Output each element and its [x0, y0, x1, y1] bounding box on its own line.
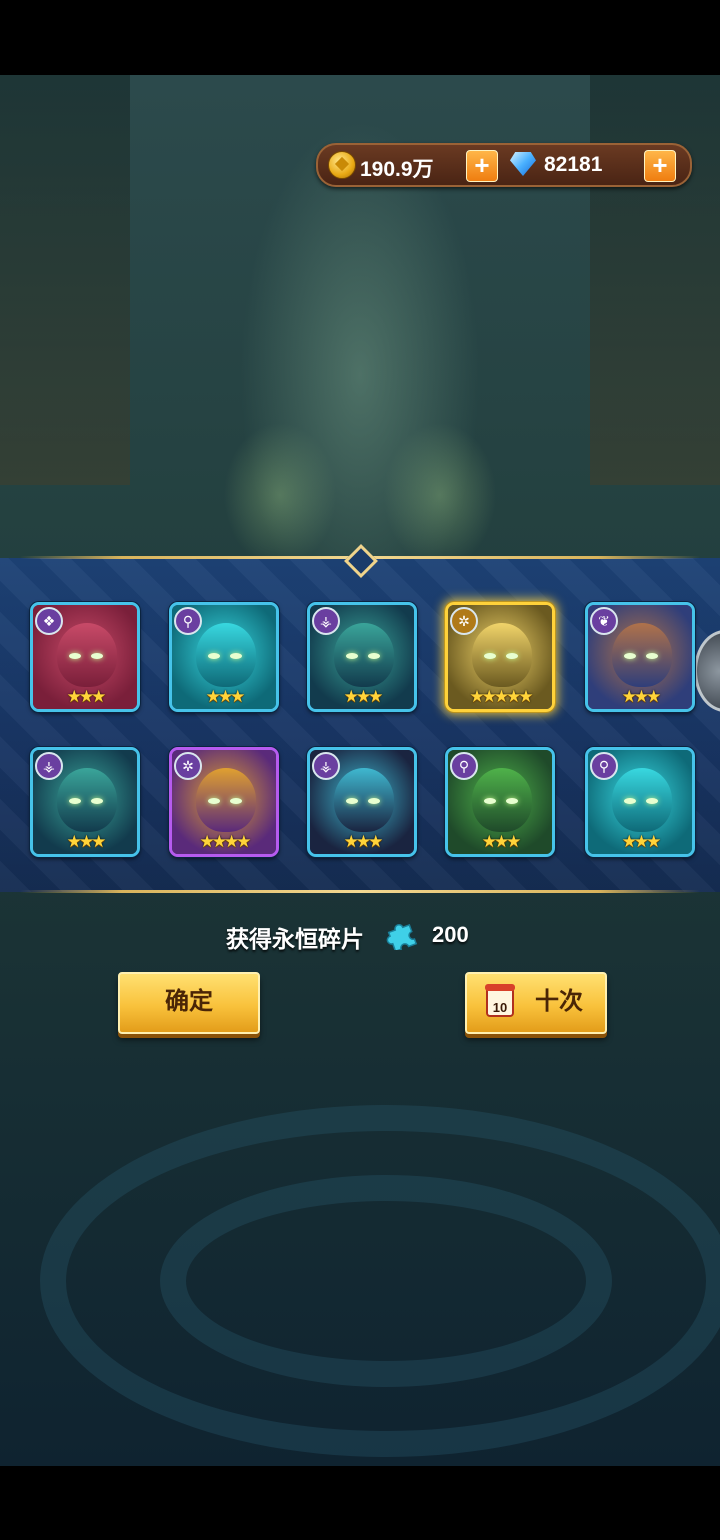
hero-card[interactable]: ⚲ ★★★	[445, 747, 555, 857]
faction-icon: ✲	[450, 607, 478, 635]
hero-eye	[91, 653, 103, 659]
hero-card[interactable]: ⚶ ★★★	[307, 747, 417, 857]
add-gems-button[interactable]: +	[644, 150, 676, 182]
hero-eye	[646, 798, 658, 804]
confirm-button-label: 确定	[165, 988, 213, 1015]
hero-eye	[646, 653, 658, 659]
faction-icon: ⚶	[312, 752, 340, 780]
hero-face	[196, 623, 256, 687]
hero-eye	[208, 653, 220, 659]
hero-eye	[624, 798, 636, 804]
hero-face	[334, 768, 394, 832]
hero-eye	[208, 798, 220, 804]
hero-face	[472, 768, 532, 832]
star-rating: ★★★	[621, 832, 662, 851]
hero-eye	[506, 798, 518, 804]
star-rating: ★★★	[205, 687, 246, 706]
navigation-bar-area	[0, 1466, 720, 1540]
hero-card[interactable]: ❦ ★★★	[585, 602, 695, 712]
hero-eye	[91, 798, 103, 804]
hero-eye	[484, 798, 496, 804]
hero-eye	[624, 653, 636, 659]
hero-card[interactable]: ⚲ ★★★	[585, 747, 695, 857]
plus-icon: +	[652, 150, 668, 180]
faction-icon: ⚲	[590, 752, 618, 780]
hero-face	[57, 623, 117, 687]
hero-card[interactable]: ❖ ★★★	[30, 602, 140, 712]
reward-amount: 200	[432, 922, 469, 947]
puzzle-shard-icon	[386, 923, 418, 950]
hero-face	[196, 768, 256, 832]
panel-border-bottom	[20, 890, 700, 893]
hero-eye	[368, 798, 380, 804]
faction-icon: ✲	[174, 752, 202, 780]
gold-amount: 190.9万	[360, 158, 434, 181]
hero-face	[57, 768, 117, 832]
faction-icon: ⚲	[174, 607, 202, 635]
hero-eye	[346, 798, 358, 804]
add-gold-button[interactable]: +	[466, 150, 498, 182]
hero-card[interactable]: ✲ ★★★★	[169, 747, 279, 857]
hero-eye	[368, 653, 380, 659]
hero-face	[612, 623, 672, 687]
pillar-right	[590, 75, 720, 485]
hero-eye	[69, 798, 81, 804]
gold-coin-icon	[328, 151, 356, 179]
star-rating: ★★★★★	[469, 687, 533, 706]
faction-icon: ❖	[35, 607, 63, 635]
star-rating: ★★★	[66, 687, 107, 706]
faction-icon: ⚶	[312, 607, 340, 635]
hero-eye	[230, 653, 242, 659]
star-rating: ★★★	[481, 832, 522, 851]
hero-eye	[484, 653, 496, 659]
floor-pattern-inner	[160, 1175, 612, 1387]
hero-card[interactable]: ⚶ ★★★	[307, 602, 417, 712]
star-rating: ★★★	[343, 687, 384, 706]
faction-icon: ❦	[590, 607, 618, 635]
hero-face	[612, 768, 672, 832]
hero-card[interactable]: ⚲ ★★★	[169, 602, 279, 712]
reward-label: 获得永恒碎片	[226, 926, 364, 952]
hero-card[interactable]: ⚶ ★★★	[30, 747, 140, 857]
faction-icon: ⚶	[35, 752, 63, 780]
star-rating: ★★★	[621, 687, 662, 706]
plus-icon: +	[474, 150, 490, 180]
currency-bar: 190.9万 + 82181 +	[316, 143, 692, 187]
hero-eye	[346, 653, 358, 659]
summon-scroll-icon: 10	[485, 984, 515, 1017]
star-rating: ★★★	[66, 832, 107, 851]
summon-ten-label: 十次	[535, 988, 583, 1015]
hero-face	[334, 623, 394, 687]
game-screen: 190.9万 + 82181 + ❖ ★★★ ⚲ ★★★ ⚶ ★★★ ✲ ★★★★★ ❦ ★★★ ⚶…	[0, 0, 720, 1540]
diamond-icon	[510, 152, 536, 176]
summon-ten-button[interactable]: 10 十次	[465, 972, 607, 1034]
status-bar-area	[0, 0, 720, 75]
hero-card[interactable]: ✲ ★★★★★	[445, 602, 555, 712]
star-rating: ★★★★	[199, 832, 252, 851]
confirm-button[interactable]: 确定	[118, 972, 260, 1034]
ticket-count: 10	[493, 1000, 507, 1015]
star-rating: ★★★	[343, 832, 384, 851]
pillar-left	[0, 75, 130, 485]
faction-icon: ⚲	[450, 752, 478, 780]
hero-face	[472, 623, 532, 687]
hero-eye	[506, 653, 518, 659]
hero-eye	[69, 653, 81, 659]
hero-eye	[230, 798, 242, 804]
gem-amount: 82181	[544, 153, 603, 176]
